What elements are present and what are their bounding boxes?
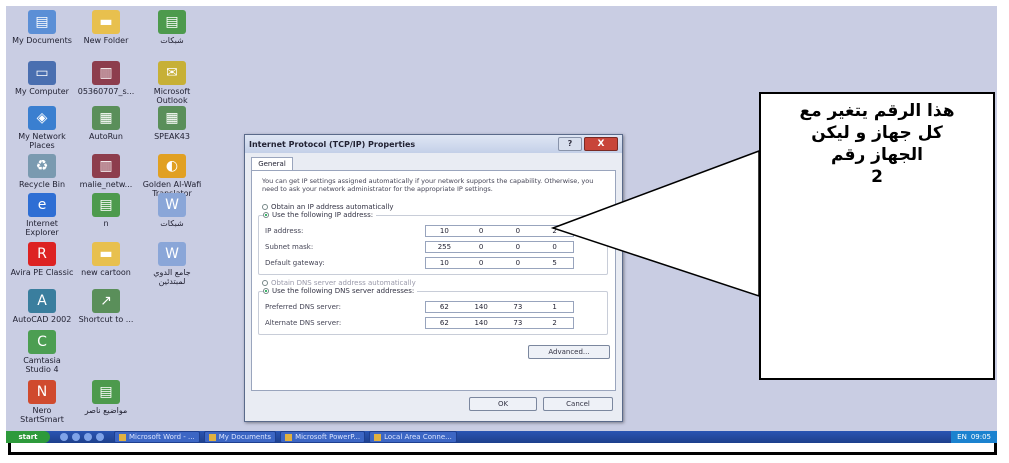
task-label: Microsoft PowerP... [295,433,361,441]
taskbar: start Microsoft Word - ... My Documents … [6,431,997,443]
task-powerpoint[interactable]: Microsoft PowerP... [280,431,366,443]
network-icon [374,433,382,441]
clock[interactable]: 09:05 [971,433,991,441]
quick-launch-icon[interactable] [72,433,80,441]
quick-launch [60,433,104,441]
folder-icon [208,433,216,441]
start-button[interactable]: start [6,431,50,443]
task-my-documents[interactable]: My Documents [203,431,277,443]
quick-launch-icon[interactable] [60,433,68,441]
callout-line: كل جهاز و ليكن [811,123,943,143]
quick-launch-icon[interactable] [84,433,92,441]
system-tray: EN 09:05 [951,431,997,443]
quick-launch-icon[interactable] [96,433,104,441]
word-icon [119,433,126,441]
callout-line: الجهاز رقم [830,145,924,165]
task-word[interactable]: Microsoft Word - ... [114,431,200,443]
callout-line: 2 [871,167,883,187]
callout-box: هذا الرقم يتغير مع كل جهاز و ليكن الجهاز… [759,92,995,380]
task-local-area-connection[interactable]: Local Area Conne... [369,431,457,443]
task-label: Microsoft Word - ... [129,433,195,441]
callout-text: هذا الرقم يتغير مع كل جهاز و ليكن الجهاز… [761,100,993,188]
language-indicator[interactable]: EN [957,433,967,441]
task-label: My Documents [218,433,272,441]
task-label: Local Area Conne... [384,433,452,441]
callout-pointer-shape [550,149,760,298]
callout-line: هذا الرقم يتغير مع [799,101,955,121]
powerpoint-icon [285,433,293,441]
